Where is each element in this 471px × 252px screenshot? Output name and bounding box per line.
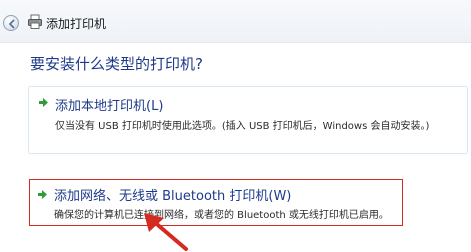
window-title: 添加打印机: [46, 17, 107, 31]
green-arrow-icon: [39, 98, 48, 107]
option-add-local-printer[interactable]: 添加本地打印机(L) 仅当没有 USB 打印机时使用此选项。(插入 USB 打印…: [28, 86, 468, 154]
option-add-network-printer[interactable]: 添加网络、无线或 Bluetooth 打印机(W) 确保您的计算机已连接到网络，…: [29, 179, 403, 226]
red-pointer-arrow-icon: [144, 213, 188, 251]
option-title: 添加本地打印机(L): [55, 99, 164, 114]
back-button[interactable]: [3, 15, 19, 31]
printer-icon: [28, 14, 42, 29]
title-bar: 添加打印机: [0, 0, 471, 43]
green-arrow-icon: [38, 190, 47, 199]
option-description: 确保您的计算机已连接到网络，或者您的 Bluetooth 或无线打印机已启用。: [54, 210, 389, 221]
option-title: 添加网络、无线或 Bluetooth 打印机(W): [54, 189, 292, 204]
option-description: 仅当没有 USB 打印机时使用此选项。(插入 USB 打印机后，Windows …: [55, 121, 430, 132]
page-question: 要安装什么类型的打印机?: [30, 55, 203, 73]
back-arrow-icon: [8, 19, 15, 29]
